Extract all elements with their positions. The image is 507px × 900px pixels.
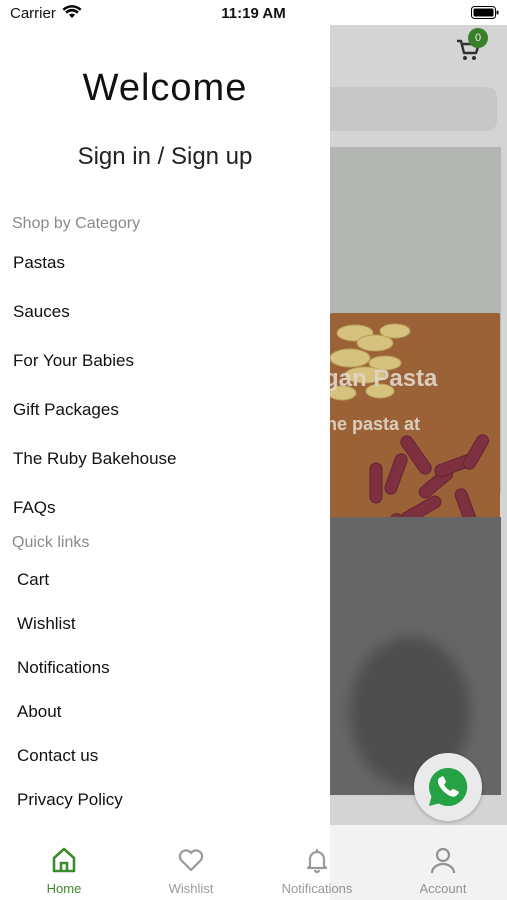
quick-link-about[interactable]: About [17,702,61,722]
quick-link-notifications[interactable]: Notifications [17,658,110,678]
tab-wishlist-label: Wishlist [168,881,214,896]
sign-in-link[interactable]: Sign in / Sign up [0,143,330,171]
battery-icon [471,6,499,19]
tab-home-label: Home [46,881,82,896]
home-icon [52,847,76,873]
tab-wishlist[interactable]: Wishlist [131,845,251,896]
welcome-title: Welcome [82,67,248,109]
heart-icon [178,849,204,872]
status-bar: Carrier 11:19 AM [0,0,507,28]
category-section-header: Shop by Category [12,215,141,232]
category-for-your-babies[interactable]: For Your Babies [13,351,134,371]
clock: 11:19 AM [221,5,286,22]
tab-bar-overlay [330,825,507,900]
quick-link-contact-us[interactable]: Contact us [17,746,98,766]
bell-icon [306,849,328,874]
side-drawer: Welcome Sign in / Sign up Shop by Catego… [0,25,330,825]
tab-home[interactable]: Home [4,845,124,896]
quick-link-wishlist[interactable]: Wishlist [17,614,76,634]
whatsapp-icon [429,767,468,806]
whatsapp-button[interactable] [414,753,482,821]
category-pastas[interactable]: Pastas [13,253,65,273]
quick-link-cart[interactable]: Cart [17,570,49,590]
category-faqs[interactable]: FAQs [13,498,56,518]
category-sauces[interactable]: Sauces [13,302,70,322]
category-ruby-bakehouse[interactable]: The Ruby Bakehouse [13,449,177,469]
quick-link-privacy-policy[interactable]: Privacy Policy [17,790,123,810]
quick-links-header: Quick links [12,534,90,551]
category-gift-packages[interactable]: Gift Packages [13,400,119,420]
